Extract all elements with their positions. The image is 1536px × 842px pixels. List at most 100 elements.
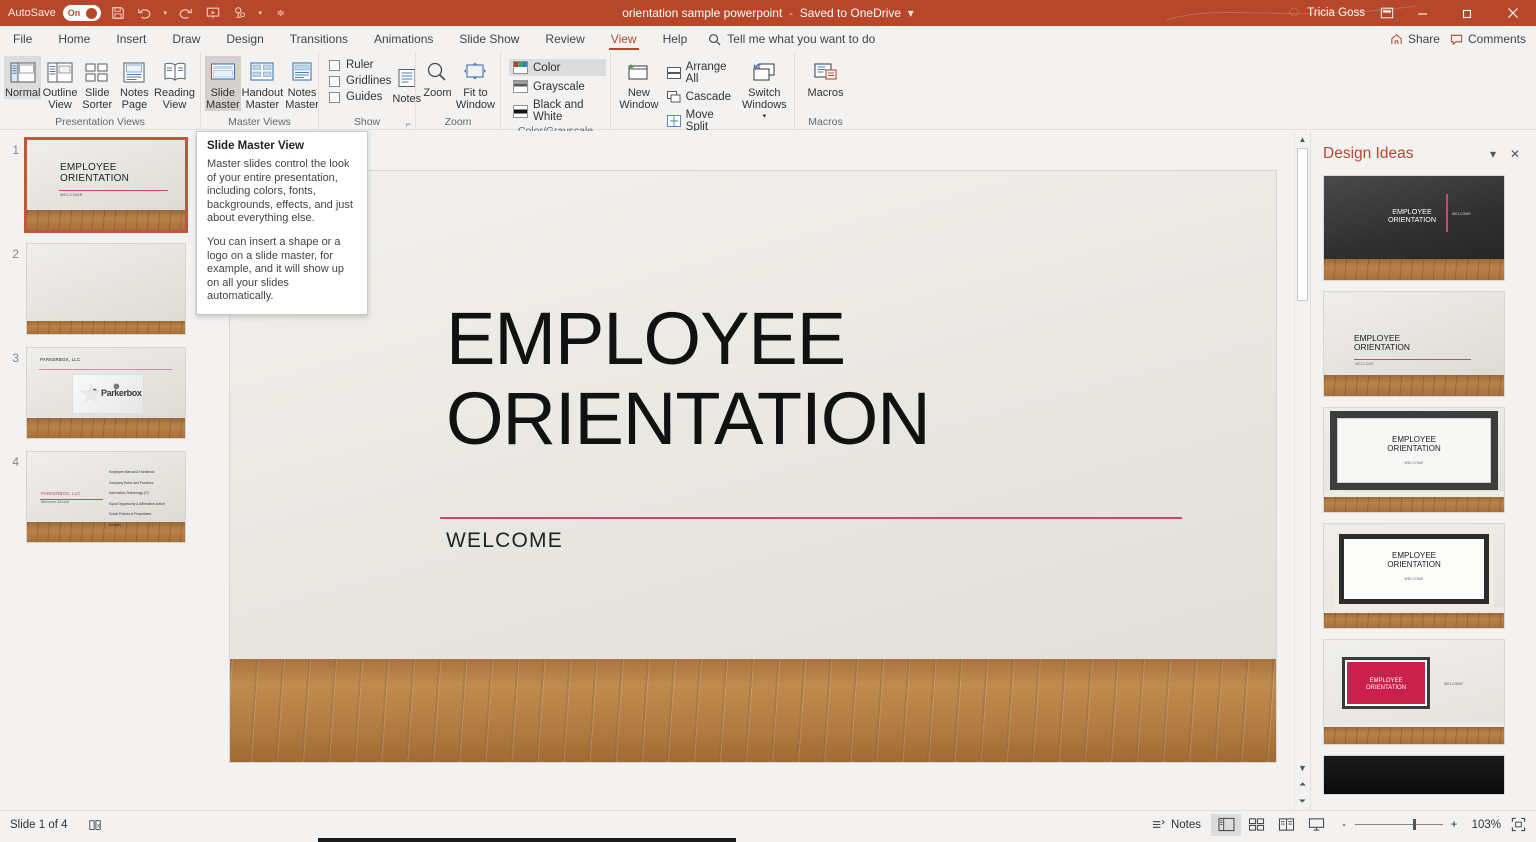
card5-frame: EMPLOYEEORIENTATION [1342,657,1430,709]
save-state-label[interactable]: Saved to OneDrive [800,6,901,20]
close-button[interactable] [1491,0,1534,26]
next-slide-button[interactable]: ⏷ [1295,793,1310,810]
tab-draw[interactable]: Draw [159,26,213,52]
macros-button[interactable]: Macros [801,56,851,99]
slide-thumbnail-3[interactable]: PARKERBOX, LLC Parkerbox [26,347,186,439]
slide-title-placeholder[interactable]: EMPLOYEE ORIENTATION [446,299,1206,459]
slide-counter[interactable]: Slide 1 of 4 [0,811,78,838]
tab-review[interactable]: Review [532,26,597,52]
zoom-out-button[interactable]: - [1339,819,1349,831]
scrollbar-thumb[interactable] [1297,148,1308,301]
status-slide-show-button[interactable] [1301,814,1331,836]
previous-slide-button[interactable]: ⏶ [1295,776,1310,793]
accessibility-icon[interactable]: x [78,811,112,838]
gridlines-checkbox[interactable]: Gridlines [329,75,391,87]
document-title[interactable]: orientation sample powerpoint [622,6,782,20]
tab-slide-show[interactable]: Slide Show [446,26,532,52]
guides-checkbox[interactable]: Guides [329,91,391,103]
fit-slide-to-window-button[interactable] [1501,817,1536,832]
tab-transitions[interactable]: Transitions [277,26,361,52]
notes-toggle-button[interactable]: Notes [1142,818,1211,831]
switch-windows-button[interactable]: Switch Windows ▾ [739,56,790,123]
slide-master-label: Slide Master [206,87,240,111]
zoom-slider-track[interactable] [1355,824,1443,825]
search-icon [708,33,721,46]
ribbon-group-macros: Macros Macros [794,52,856,129]
touch-mode-icon[interactable] [230,3,250,23]
notes-page-button[interactable]: Notes Page [116,56,153,111]
undo-dropdown-icon[interactable]: ▾ [162,3,169,23]
design-idea-card-4[interactable]: EMPLOYEEORIENTATION WELCOME [1323,523,1505,629]
cascade-button[interactable]: Cascade [663,89,739,105]
reading-view-button[interactable]: Reading View [153,56,196,111]
scroll-down-arrow-icon[interactable]: ▼ [1295,759,1310,776]
ribbon-display-options-icon[interactable] [1375,1,1399,25]
slide-master-button[interactable]: Slide Master [205,56,241,111]
fit-to-window-button[interactable]: Fit to Window [455,56,496,111]
tab-help[interactable]: Help [650,26,701,52]
zoom-in-button[interactable]: + [1449,819,1459,831]
design-ideas-pane[interactable]: Design Ideas ▾ ✕ EMPLOYEEORIENTATION WEL… [1310,131,1536,810]
tab-file[interactable]: File [0,26,45,52]
start-presentation-icon[interactable] [203,3,223,23]
handout-master-button[interactable]: Handout Master [241,56,285,111]
comments-button[interactable]: Comments [1450,32,1526,46]
status-slide-sorter-button[interactable] [1241,814,1271,836]
ruler-checkbox[interactable]: Ruler [329,59,391,71]
user-name[interactable]: Tricia Goss [1307,7,1365,19]
tab-animations[interactable]: Animations [361,26,446,52]
slide-thumbnail-1[interactable]: EMPLOYEE ORIENTATION WELCOME [26,139,186,231]
tab-insert[interactable]: Insert [103,26,159,52]
chevron-down-icon[interactable]: ▾ [1482,143,1504,165]
slide-thumbnail-2[interactable] [26,243,186,335]
slide-editing-area[interactable]: EMPLOYEE ORIENTATION WELCOME ▲ ▼ ⏶ ⏷ [210,131,1310,810]
redo-icon[interactable] [176,3,196,23]
notes-master-button[interactable]: Notes Master [284,56,320,111]
show-dialog-launcher-icon[interactable]: ⌐ [406,119,411,129]
design-idea-card-6[interactable] [1323,755,1505,795]
tab-design[interactable]: Design [213,26,276,52]
grayscale-label: Grayscale [533,81,585,93]
autosave-toggle[interactable]: On [63,5,101,21]
save-icon[interactable] [108,3,128,23]
customize-qat-icon[interactable]: ≑ [271,3,291,23]
share-button[interactable]: Share [1390,32,1440,46]
slide-thumbnail-pane[interactable]: 1 EMPLOYEE ORIENTATION WELCOME 2 3 P [0,131,210,810]
zoom-percentage[interactable]: 103% [1467,819,1501,831]
new-window-button[interactable]: New Window [615,56,663,111]
color-mode-grayscale[interactable]: Grayscale [509,78,606,95]
status-normal-view-button[interactable] [1211,814,1241,836]
design-idea-card-5[interactable]: EMPLOYEEORIENTATION WELCOME [1323,639,1505,745]
zoom-slider-knob[interactable] [1413,819,1416,830]
normal-view-button[interactable]: Normal [4,56,41,99]
slide-thumbnail-4[interactable]: PARKERBOX, LLC Welcome Aboard Employee M… [26,451,186,543]
touch-mode-dropdown-icon[interactable]: ▾ [257,3,264,23]
design-idea-card-3[interactable]: EMPLOYEEORIENTATION WELCOME [1323,407,1505,513]
scroll-up-arrow-icon[interactable]: ▲ [1295,131,1310,147]
zoom-button[interactable]: Zoom [420,56,455,99]
zoom-slider[interactable]: - + [1331,819,1467,831]
save-state-dropdown-icon[interactable]: ▾ [904,6,913,20]
close-icon[interactable]: ✕ [1504,143,1526,165]
outline-view-button[interactable]: Outline View [41,56,78,111]
restore-button[interactable] [1446,0,1489,26]
color-mode-color[interactable]: Color [509,59,606,76]
tab-home[interactable]: Home [45,26,103,52]
minimize-button[interactable] [1401,0,1444,26]
thumbnail-number-4: 4 [0,451,26,469]
slide-vertical-scrollbar[interactable]: ▲ ▼ ⏶ ⏷ [1294,131,1310,810]
design-idea-card-1[interactable]: EMPLOYEEORIENTATION WELCOME [1323,175,1505,281]
color-mode-black-and-white[interactable]: Black and White [509,97,606,125]
undo-icon[interactable] [135,3,155,23]
tell-me-box[interactable]: Tell me what you want to do [708,26,875,52]
arrange-all-button[interactable]: Arrange All [663,59,739,87]
status-bar: Slide 1 of 4 x Notes - + 103% [0,810,1536,838]
slide-sorter-button[interactable]: Slide Sorter [79,56,116,111]
current-slide[interactable]: EMPLOYEE ORIENTATION WELCOME [230,171,1276,762]
switch-windows-dropdown-icon[interactable]: ▾ [763,111,767,123]
thumb1-floor [27,210,185,230]
tab-view[interactable]: View [598,26,650,52]
status-reading-view-button[interactable] [1271,814,1301,836]
design-idea-card-2[interactable]: EMPLOYEEORIENTATION WELCOME [1323,291,1505,397]
slide-subtitle-placeholder[interactable]: WELCOME [446,529,563,553]
